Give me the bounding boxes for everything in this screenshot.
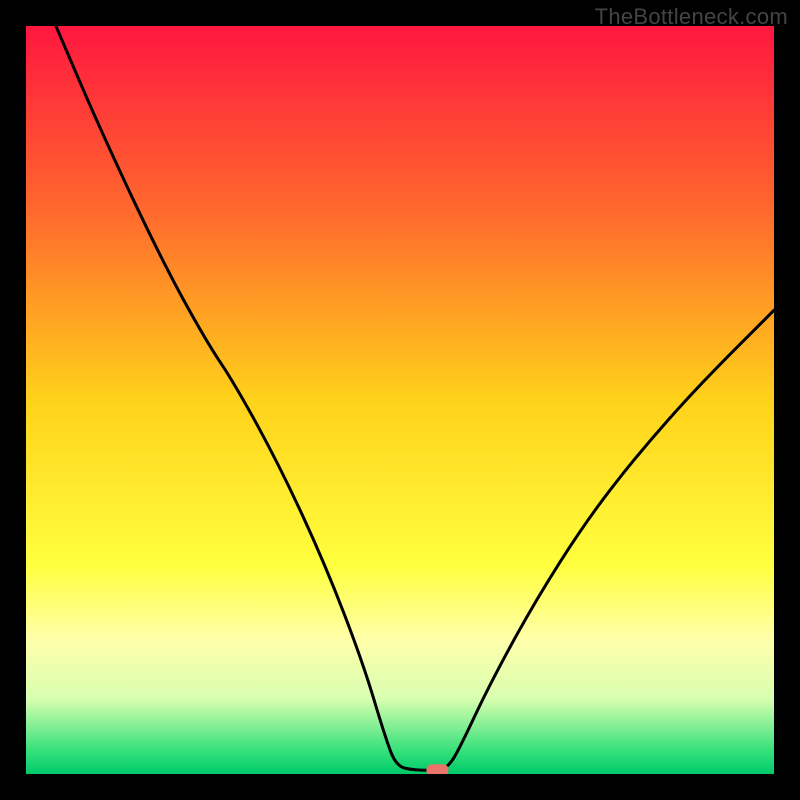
- gradient-background: [26, 26, 774, 774]
- optimal-point-marker: [426, 764, 448, 774]
- plot-area: [26, 26, 774, 774]
- bottleneck-chart: [26, 26, 774, 774]
- chart-frame: TheBottleneck.com: [0, 0, 800, 800]
